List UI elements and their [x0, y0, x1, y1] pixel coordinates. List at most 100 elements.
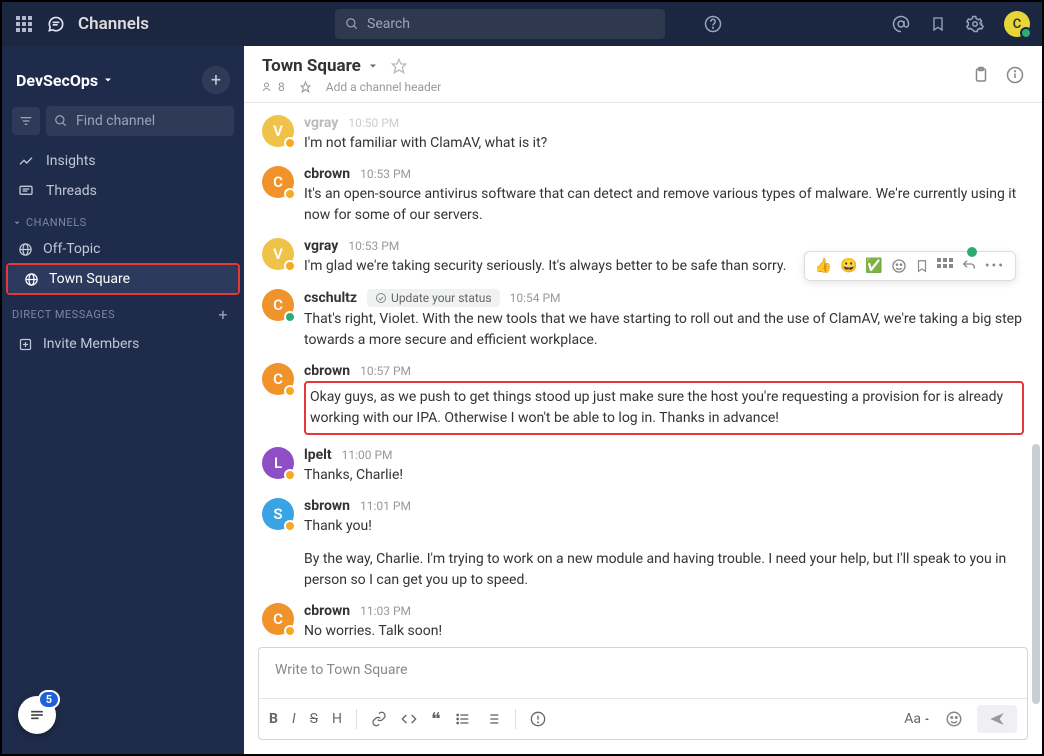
dm-section[interactable]: DIRECT MESSAGES + — [2, 295, 244, 330]
bookmark-icon[interactable] — [915, 258, 929, 274]
find-placeholder: Find channel — [76, 113, 155, 129]
update-status-pill[interactable]: Update your status — [367, 289, 500, 307]
invite-members[interactable]: Invite Members — [2, 330, 244, 358]
italic-button[interactable]: I — [292, 711, 296, 727]
pin-icon[interactable] — [299, 81, 312, 94]
more-icon[interactable]: ••• — [985, 258, 1005, 274]
message-body: lpelt 11:00 PM Thanks, Charlie! — [304, 447, 1024, 486]
message-time: 11:00 PM — [342, 448, 393, 462]
numbered-list-button[interactable] — [485, 711, 501, 727]
saved-icon[interactable] — [930, 15, 946, 33]
scrollbar-thumb[interactable] — [1032, 444, 1040, 704]
actions-grid-icon[interactable] — [937, 258, 953, 274]
nav-threads[interactable]: Threads — [2, 176, 244, 206]
strike-button[interactable]: S — [310, 711, 318, 727]
find-channel-input[interactable]: Find channel — [46, 106, 234, 136]
message-user[interactable]: lpelt — [304, 447, 332, 463]
member-count[interactable]: 8 — [262, 80, 285, 94]
message-input[interactable]: Write to Town Square — [259, 648, 1027, 698]
send-button[interactable] — [977, 705, 1017, 733]
message-user[interactable]: cschultz — [304, 290, 357, 306]
message[interactable]: Ccbrown10:53 PMIt's an open-source antiv… — [244, 160, 1042, 232]
globe-icon — [24, 272, 39, 287]
message[interactable]: Ccbrown10:57 PMOkay guys, as we push to … — [244, 357, 1042, 441]
threads-icon — [18, 183, 34, 199]
settings-icon[interactable] — [966, 15, 984, 33]
plus-box-icon — [18, 337, 33, 352]
users-icon — [262, 81, 274, 93]
help-icon[interactable] — [704, 15, 722, 33]
heading-button[interactable]: H — [332, 711, 342, 727]
reaction-thumbsup[interactable]: 👍 — [815, 258, 832, 274]
bulleted-list-button[interactable] — [455, 711, 471, 727]
message-avatar[interactable]: L — [262, 447, 294, 479]
channel-title[interactable]: Town Square — [262, 56, 407, 76]
message-avatar[interactable]: C — [262, 603, 294, 635]
add-header-link[interactable]: Add a channel header — [326, 80, 441, 94]
status-dot-icon — [284, 137, 296, 149]
reaction-check[interactable]: ✅ — [865, 258, 882, 274]
nav-insights[interactable]: Insights — [2, 146, 244, 176]
message-time: 10:50 PM — [348, 116, 399, 130]
message-avatar[interactable]: S — [262, 498, 294, 530]
format-toolbar: B I S H ❝ Aa — [259, 698, 1027, 739]
add-dm-icon[interactable]: + — [218, 305, 228, 324]
formatting-toggle[interactable]: Aa — [904, 711, 931, 727]
channel-name: Off-Topic — [43, 241, 101, 257]
message-time: 11:03 PM — [360, 604, 411, 618]
mentions-icon[interactable] — [892, 15, 910, 33]
channel-town-square[interactable]: Town Square — [8, 265, 238, 293]
clipboard-icon[interactable] — [972, 66, 990, 84]
message-body: cbrown10:53 PMIt's an open-source antivi… — [304, 166, 1024, 226]
star-icon[interactable] — [391, 58, 407, 74]
message-user[interactable]: cbrown — [304, 166, 350, 182]
message-user[interactable]: sbrown — [304, 498, 350, 514]
link-button[interactable] — [371, 711, 387, 727]
info-icon[interactable] — [1006, 66, 1024, 84]
insights-icon — [18, 153, 34, 169]
message-user[interactable]: cbrown — [304, 363, 350, 379]
channels-section[interactable]: CHANNELS — [2, 206, 244, 235]
code-button[interactable] — [401, 711, 417, 727]
user-avatar[interactable]: C — [1004, 11, 1030, 37]
scrollbar[interactable] — [1032, 146, 1040, 706]
channel-header: Town Square 8 Add a channel header — [244, 46, 1042, 103]
message-avatar[interactable]: C — [262, 166, 294, 198]
add-button[interactable]: + — [202, 66, 230, 94]
global-search-input[interactable]: Search — [335, 9, 665, 39]
reply-icon[interactable] — [961, 258, 977, 274]
bold-button[interactable]: B — [269, 711, 278, 727]
message[interactable]: Ccbrown 11:03 PM No worries. Talk soon! — [244, 597, 1042, 641]
team-switcher[interactable]: DevSecOps + — [2, 58, 244, 106]
quote-button[interactable]: ❝ — [431, 709, 441, 730]
message-user[interactable]: vgray — [304, 115, 338, 131]
message-avatar[interactable]: C — [262, 289, 294, 321]
message[interactable]: CcschultzUpdate your status10:54 PMThat'… — [244, 283, 1042, 357]
message-text: Thanks, Charlie! — [304, 465, 1024, 486]
invite-label: Invite Members — [43, 336, 139, 352]
status-indicator-icon — [1020, 27, 1032, 39]
filter-button[interactable] — [12, 107, 40, 135]
message[interactable]: Ssbrown11:01 PMThank you!By the way, Cha… — [244, 492, 1042, 597]
messages-list: 👍 😀 ✅ ••• Vvgray10:50 PMI'm not familiar… — [244, 103, 1042, 641]
message-user[interactable]: cbrown — [304, 603, 350, 619]
team-name: DevSecOps — [16, 71, 98, 90]
message-avatar[interactable]: C — [262, 363, 294, 395]
message[interactable]: Vvgray10:50 PMI'm not familiar with Clam… — [244, 109, 1042, 160]
chat-bubble-icon[interactable] — [46, 14, 66, 34]
reaction-smile[interactable]: 😀 — [840, 258, 857, 274]
message-avatar[interactable]: V — [262, 238, 294, 270]
apps-grid-icon[interactable] — [14, 14, 34, 34]
emoji-button[interactable] — [945, 710, 963, 728]
add-reaction-icon[interactable] — [891, 258, 907, 274]
top-bar: Channels Search C — [2, 2, 1042, 46]
message-body: cbrown10:57 PMOkay guys, as we push to g… — [304, 363, 1024, 435]
channel-off-topic[interactable]: Off-Topic — [2, 235, 244, 263]
message-text: No worries. Talk soon! — [304, 621, 1024, 641]
activity-fab[interactable]: 5 — [18, 696, 56, 734]
message[interactable]: Llpelt 11:00 PM Thanks, Charlie! — [244, 441, 1042, 492]
status-dot-icon — [284, 385, 296, 397]
priority-button[interactable] — [530, 711, 546, 727]
message-user[interactable]: vgray — [304, 238, 338, 254]
message-avatar[interactable]: V — [262, 115, 294, 147]
